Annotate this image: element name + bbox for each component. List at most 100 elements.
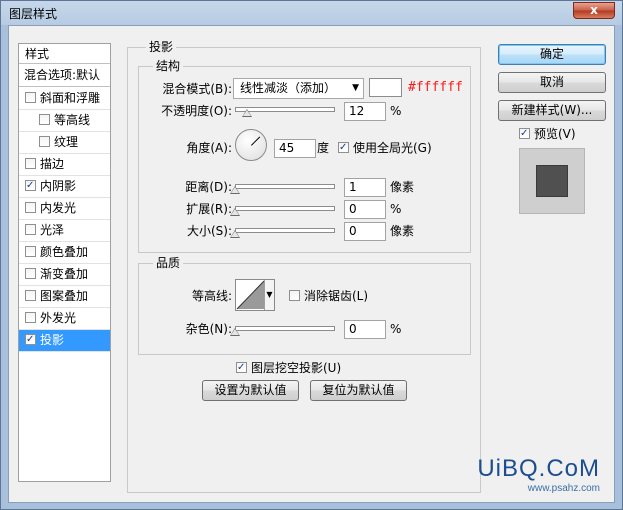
site-watermark: UiBQ.CoM www.psahz.com (477, 455, 600, 494)
style-item[interactable]: 颜色叠加 (19, 242, 110, 264)
preview-option[interactable]: 预览(V) (519, 124, 576, 144)
preview-checkbox[interactable] (519, 128, 530, 139)
contour-picker[interactable]: ▼ (235, 279, 275, 311)
blending-options-item[interactable]: 混合选项:默认 (19, 65, 110, 87)
color-hex-annotation: #ffffff (408, 80, 463, 95)
style-item-label: 内阴影 (40, 179, 77, 193)
close-button[interactable]: x (573, 2, 615, 19)
reset-default-button[interactable]: 复位为默认值 (310, 380, 407, 401)
noise-input[interactable]: 0 (344, 320, 386, 339)
preview-label: 预览(V) (534, 127, 576, 141)
slider-thumb[interactable] (230, 208, 240, 216)
style-item[interactable]: 内阴影 (19, 176, 110, 198)
slider-thumb[interactable] (230, 230, 240, 238)
noise-label: 杂色(N): (185, 322, 232, 336)
contour-dropdown-icon[interactable]: ▼ (264, 280, 274, 310)
style-item[interactable]: 光泽 (19, 220, 110, 242)
style-preview (519, 148, 585, 214)
angle-unit: 度 (317, 141, 330, 155)
style-item[interactable]: 纹理 (19, 132, 110, 154)
distance-input[interactable]: 1 (344, 178, 386, 197)
style-preview-swatch (536, 165, 568, 197)
opacity-slider[interactable] (235, 104, 335, 118)
angle-dial[interactable] (235, 129, 267, 161)
watermark-sub: www.psahz.com (527, 483, 600, 494)
noise-slider[interactable] (230, 323, 335, 337)
slider-track (235, 206, 335, 211)
cancel-button[interactable]: 取消 (498, 72, 606, 93)
structure-group: 结构 混合模式(B): 线性减淡（添加） ▼ #ffffff 不透明度(O): … (138, 59, 471, 253)
spread-slider[interactable] (230, 203, 335, 217)
size-label: 大小(S): (186, 224, 232, 238)
distance-slider[interactable] (230, 181, 335, 195)
style-item-label: 等高线 (54, 113, 91, 127)
anti-alias-checkbox[interactable] (289, 290, 300, 301)
title-bar[interactable]: 图层样式 x (1, 1, 622, 25)
opacity-unit: % (390, 104, 402, 118)
style-item[interactable]: 等高线 (19, 110, 110, 132)
style-item-checkbox[interactable] (25, 180, 36, 191)
style-item-checkbox[interactable] (39, 136, 50, 147)
anti-alias-option[interactable]: 消除锯齿(L) (289, 286, 368, 306)
style-item-checkbox[interactable] (25, 158, 36, 169)
size-input[interactable]: 0 (344, 222, 386, 241)
distance-label: 距离(D): (185, 180, 232, 194)
slider-thumb[interactable] (242, 109, 252, 117)
angle-needle (251, 136, 261, 146)
watermark-main: UiBQ.CoM (477, 455, 600, 482)
blend-mode-value: 线性减淡（添加） (240, 81, 337, 95)
drop-shadow-title: 投影 (146, 40, 177, 54)
dialog-body: 样式 混合选项:默认 斜面和浮雕等高线纹理描边内阴影内发光光泽颜色叠加渐变叠加图… (8, 25, 615, 503)
style-item[interactable]: 渐变叠加 (19, 264, 110, 286)
spread-input[interactable]: 0 (344, 200, 386, 219)
style-item-checkbox[interactable] (25, 334, 36, 345)
size-slider[interactable] (230, 225, 335, 239)
angle-label: 角度(A): (186, 141, 232, 155)
global-light-checkbox[interactable] (338, 142, 349, 153)
style-item[interactable]: 外发光 (19, 308, 110, 330)
style-item-checkbox[interactable] (25, 224, 36, 235)
style-item-checkbox[interactable] (25, 268, 36, 279)
drop-shadow-group: 投影 结构 混合模式(B): 线性减淡（添加） ▼ #ffffff 不透明度(O… (127, 40, 481, 493)
angle-input[interactable]: 45 (274, 139, 316, 158)
style-item-label: 描边 (40, 157, 65, 171)
style-item-checkbox[interactable] (25, 290, 36, 301)
blend-mode-select[interactable]: 线性减淡（添加） ▼ (233, 78, 364, 99)
new-style-button[interactable]: 新建样式(W)... (498, 100, 606, 121)
style-item[interactable]: 图案叠加 (19, 286, 110, 308)
styles-list: 样式 混合选项:默认 斜面和浮雕等高线纹理描边内阴影内发光光泽颜色叠加渐变叠加图… (18, 43, 111, 482)
knockout-option[interactable]: 图层挖空投影(U) (236, 358, 341, 378)
structure-title: 结构 (153, 59, 184, 73)
anti-alias-label: 消除锯齿(L) (304, 289, 369, 303)
style-item-checkbox[interactable] (25, 202, 36, 213)
style-item-checkbox[interactable] (25, 312, 36, 323)
style-item-checkbox[interactable] (39, 114, 50, 125)
style-item-label: 渐变叠加 (40, 267, 89, 281)
knockout-checkbox[interactable] (236, 362, 247, 373)
global-light-option[interactable]: 使用全局光(G) (338, 138, 432, 158)
style-item-checkbox[interactable] (25, 246, 36, 257)
set-default-button[interactable]: 设置为默认值 (202, 380, 299, 401)
style-item-label: 纹理 (54, 135, 79, 149)
global-light-label: 使用全局光(G) (353, 141, 432, 155)
shadow-color-swatch[interactable] (369, 78, 402, 97)
style-item[interactable]: 投影 (19, 330, 110, 352)
ok-button[interactable]: 确定 (498, 44, 606, 65)
style-item-label: 斜面和浮雕 (40, 91, 101, 105)
slider-thumb[interactable] (230, 328, 240, 336)
style-item[interactable]: 内发光 (19, 198, 110, 220)
style-item[interactable]: 斜面和浮雕 (19, 88, 110, 110)
slider-thumb[interactable] (230, 186, 240, 194)
dialog-title: 图层样式 (9, 7, 58, 21)
style-item[interactable]: 描边 (19, 154, 110, 176)
slider-track (235, 326, 335, 331)
style-item-checkbox[interactable] (25, 92, 36, 103)
size-unit: 像素 (390, 224, 415, 238)
quality-title: 品质 (153, 256, 184, 270)
opacity-input[interactable]: 12 (344, 102, 386, 121)
styles-header[interactable]: 样式 (19, 44, 110, 64)
dropdown-arrow-icon: ▼ (352, 83, 359, 93)
knockout-label: 图层挖空投影(U) (251, 361, 342, 375)
close-icon: x (590, 3, 598, 17)
noise-unit: % (390, 322, 402, 336)
